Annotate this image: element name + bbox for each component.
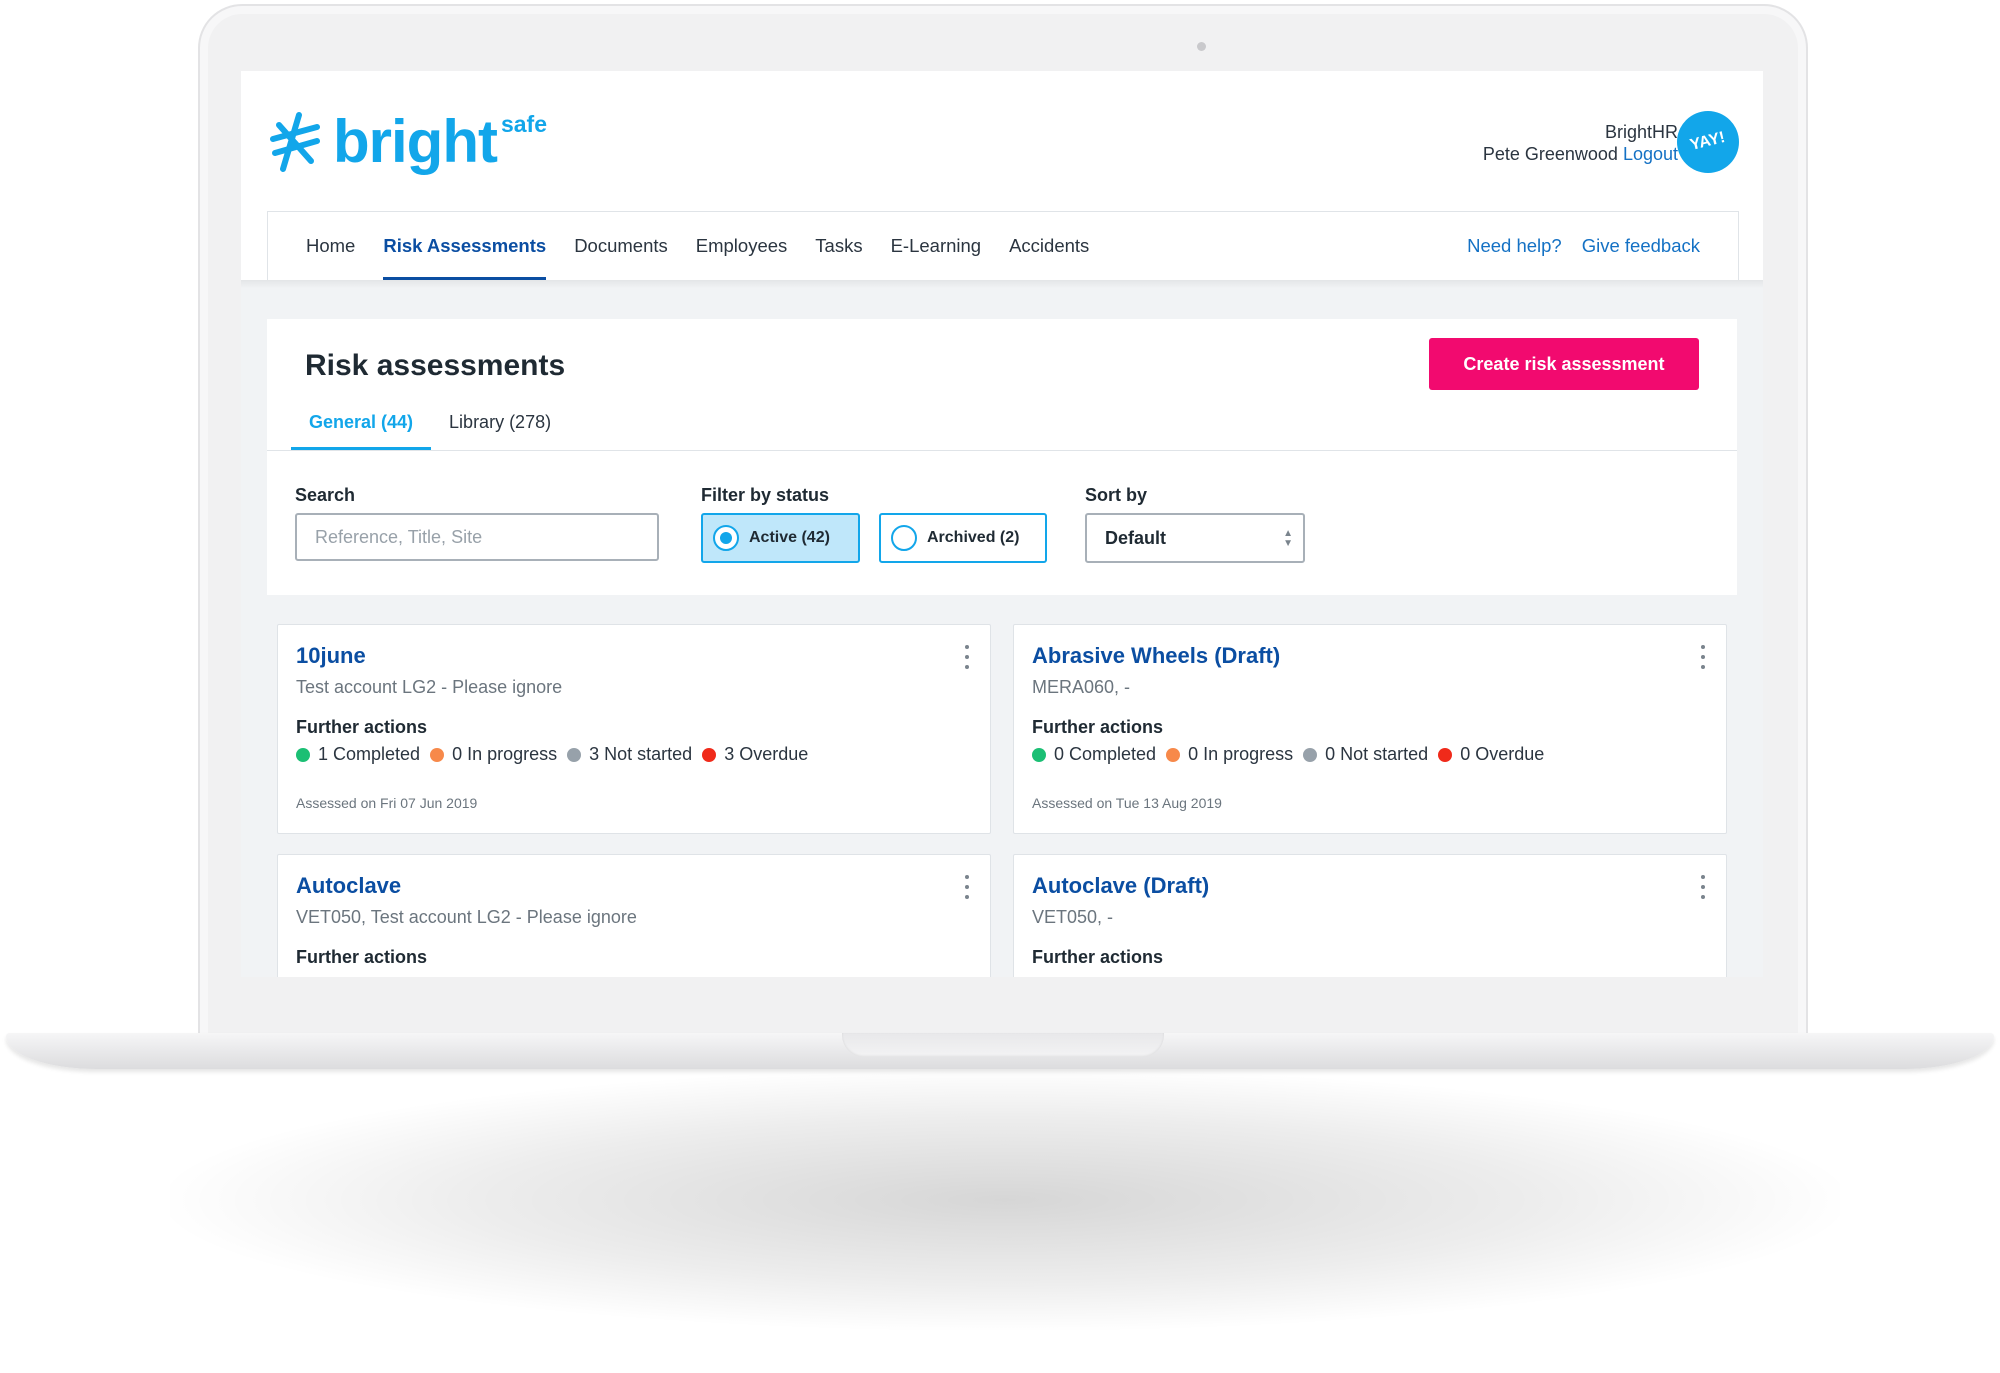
status-active-option[interactable]: Active (42) [701, 513, 860, 563]
status-dot-icon [1166, 747, 1181, 762]
page-title: Risk assessments [305, 349, 566, 382]
stat-not-started: 0 Not started [1303, 744, 1428, 765]
status-dot-icon [1032, 747, 1046, 762]
stat-overdue: 0 Overdue [1438, 744, 1544, 765]
card-title[interactable]: Abrasive Wheels (Draft) [1032, 643, 1280, 669]
header: bright safe BrightHR Pete Greenwood Logo… [241, 71, 1763, 280]
card-subtitle: VET050, Test account LG2 - Please ignore [296, 907, 637, 927]
risk-assessment-card[interactable]: Abrasive Wheels (Draft) MERA060, - Furth… [1013, 624, 1727, 834]
logo-wordmark: bright [333, 108, 498, 175]
stat-completed: 0 Completed [1032, 744, 1156, 765]
sort-value: Default [1105, 527, 1167, 548]
status-dot-icon [567, 747, 582, 762]
card-subtitle: Test account LG2 - Please ignore [296, 677, 563, 697]
status-dot-icon [1438, 747, 1453, 762]
main-nav: Home Risk Assessments Documents Employee… [267, 211, 1739, 280]
avatar-label: YAY! [1688, 128, 1728, 155]
card-subtitle: MERA060, - [1032, 677, 1131, 697]
tab-bar: General (44) Library (278) [291, 394, 569, 450]
radio-unchecked-icon [891, 525, 917, 551]
search-input[interactable] [295, 513, 659, 561]
search-label: Search [295, 485, 356, 505]
assessed-date: Assessed on Fri 07 Jun 2019 [296, 795, 478, 811]
kebab-menu-icon[interactable] [962, 645, 972, 669]
divider [267, 450, 1737, 451]
stat-not-started: 3 Not started [567, 744, 692, 765]
stat-in-progress: 0 In progress [1166, 744, 1293, 765]
nav-item-documents[interactable]: Documents [574, 212, 668, 280]
status-archived-label: Archived (2) [927, 529, 1020, 546]
speech-bubble-icon[interactable]: YAY! [1677, 111, 1739, 173]
sort-select[interactable]: Default ▲ ▼ [1085, 513, 1305, 563]
card-subtitle: VET050, - [1032, 907, 1114, 927]
laptop-shadow [170, 1070, 1840, 1330]
nav-item-employees[interactable]: Employees [696, 212, 788, 280]
feedback-link[interactable]: Give feedback [1582, 212, 1700, 280]
further-actions-label: Further actions [1032, 947, 1164, 967]
nav-item-home[interactable]: Home [306, 212, 355, 280]
stat-overdue: 3 Overdue [702, 744, 808, 765]
status-dot-icon [430, 747, 445, 762]
user-info: BrightHR Pete Greenwood Logout [1483, 121, 1678, 165]
sort-arrows-icon: ▲ ▼ [1283, 528, 1293, 549]
filter-panel: Risk assessments Create risk assessment … [267, 319, 1737, 595]
stat-in-progress: 0 In progress [430, 744, 557, 765]
risk-assessment-card[interactable]: Autoclave VET050, Test account LG2 - Ple… [277, 854, 991, 977]
starburst-logo-icon [270, 112, 320, 172]
card-title[interactable]: Autoclave (Draft) [1032, 873, 1209, 899]
status-dot-icon [1303, 747, 1318, 762]
sort-label: Sort by [1085, 485, 1148, 505]
kebab-menu-icon[interactable] [1698, 645, 1708, 669]
logo-suffix: safe [500, 111, 547, 137]
tab-library[interactable]: Library (278) [431, 394, 569, 450]
help-link[interactable]: Need help? [1467, 212, 1562, 280]
further-actions-label: Further actions [296, 717, 428, 737]
nav-item-risk-assessments[interactable]: Risk Assessments [383, 212, 546, 280]
further-actions-label: Further actions [296, 947, 428, 967]
card-title[interactable]: 10june [296, 643, 366, 669]
app-screen: bright safe BrightHR Pete Greenwood Logo… [241, 71, 1763, 977]
kebab-menu-icon[interactable] [962, 875, 972, 899]
card-title[interactable]: Autoclave [296, 873, 401, 899]
risk-assessment-card[interactable]: Autoclave (Draft) VET050, - Further acti… [1013, 854, 1727, 977]
nav-item-accidents[interactable]: Accidents [1009, 212, 1089, 280]
status-archived-option[interactable]: Archived (2) [879, 513, 1047, 563]
tab-general[interactable]: General (44) [291, 394, 432, 450]
user-name: Pete Greenwood [1482, 144, 1618, 164]
create-risk-assessment-button[interactable]: Create risk assessment [1429, 338, 1699, 390]
company-name: BrightHR [1604, 122, 1678, 142]
status-dot-icon [296, 747, 310, 762]
further-actions-stats: 1 Completed 0 In progress 3 Not started … [296, 744, 818, 765]
status-filter-label: Filter by status [701, 485, 830, 505]
radio-checked-icon [713, 525, 739, 551]
camera-icon [1197, 42, 1206, 51]
kebab-menu-icon[interactable] [1698, 875, 1708, 899]
header-shadow [241, 280, 1763, 288]
nav-item-tasks[interactable]: Tasks [815, 212, 862, 280]
stat-completed: 1 Completed [296, 744, 420, 765]
assessed-date: Assessed on Tue 13 Aug 2019 [1032, 795, 1222, 811]
status-active-label: Active (42) [749, 529, 830, 546]
brand-logo[interactable]: bright safe [265, 109, 547, 175]
risk-assessment-card[interactable]: 10june Test account LG2 - Please ignore … [277, 624, 991, 834]
logout-link[interactable]: Logout [1623, 144, 1678, 164]
status-dot-icon [702, 747, 717, 762]
nav-item-e-learning[interactable]: E-Learning [891, 212, 982, 280]
further-actions-label: Further actions [1032, 717, 1164, 737]
further-actions-stats: 0 Completed 0 In progress 0 Not started … [1032, 744, 1554, 765]
laptop-notch [842, 1033, 1164, 1057]
